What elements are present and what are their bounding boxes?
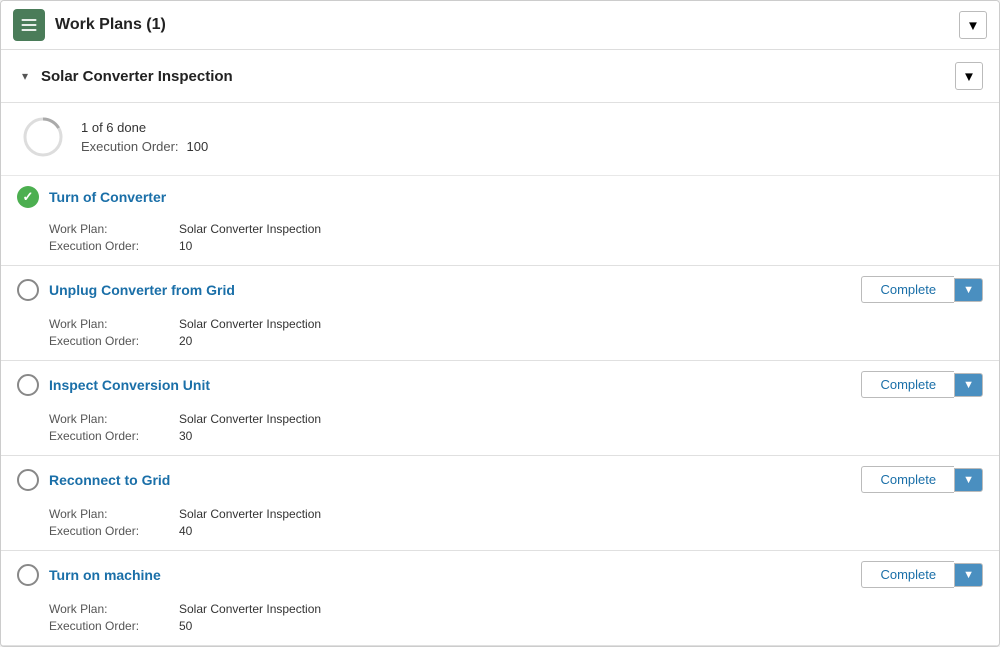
section-dropdown-button[interactable]: ▼ (955, 62, 983, 90)
task-section-inspect-conversion: Inspect Conversion Unit Complete▼ Work Pla… (1, 361, 999, 456)
execution-order-row-unplug-converter: Execution Order:20 (49, 334, 983, 348)
execution-order-row-turn-of-converter: Execution Order:10 (49, 239, 983, 253)
section-title-row: ▾ Solar Converter Inspection (17, 68, 233, 85)
task-section-unplug-converter: Unplug Converter from Grid Complete▼ Work … (1, 266, 999, 361)
execution-order-row-turn-on-machine: Execution Order:50 (49, 619, 983, 633)
task-left-turn-of-converter: ✓ Turn of Converter (17, 186, 166, 208)
execution-value: 100 (187, 139, 209, 154)
header-title: Work Plans (1) (55, 16, 166, 34)
section-title: Solar Converter Inspection (41, 68, 233, 85)
progress-text: 1 of 6 done (81, 120, 208, 135)
work-plan-row-inspect-conversion: Work Plan:Solar Converter Inspection (49, 412, 983, 426)
task-details-reconnect-to-grid: Work Plan:Solar Converter InspectionExec… (1, 503, 999, 550)
section-chevron-down-icon: ▼ (962, 69, 975, 84)
work-plan-value-turn-on-machine: Solar Converter Inspection (179, 602, 321, 616)
task-left-unplug-converter: Unplug Converter from Grid (17, 279, 235, 301)
work-plans-container: Work Plans (1) ▼ ▾ Solar Converter Inspe… (0, 0, 1000, 647)
task-status-circle-turn-on-machine (17, 564, 39, 586)
execution-order-row-inspect-conversion: Execution Order:30 (49, 429, 983, 443)
work-plan-value-turn-of-converter: Solar Converter Inspection (179, 222, 321, 236)
progress-info: 1 of 6 done Execution Order: 100 (81, 120, 208, 154)
complete-dropdown-button-inspect-conversion[interactable]: ▼ (954, 373, 983, 397)
complete-dropdown-button-reconnect-to-grid[interactable]: ▼ (954, 468, 983, 492)
task-title-unplug-converter[interactable]: Unplug Converter from Grid (49, 282, 235, 298)
complete-dropdown-button-turn-on-machine[interactable]: ▼ (954, 563, 983, 587)
exec-label-turn-on-machine: Execution Order: (49, 619, 179, 633)
execution-order-row-reconnect-to-grid: Execution Order:40 (49, 524, 983, 538)
header-chevron-icon: ▼ (966, 18, 979, 33)
header-dropdown-button[interactable]: ▼ (959, 11, 987, 39)
task-left-turn-on-machine: Turn on machine (17, 564, 161, 586)
exec-label-unplug-converter: Execution Order: (49, 334, 179, 348)
work-plan-row-turn-of-converter: Work Plan:Solar Converter Inspection (49, 222, 983, 236)
work-plans-icon (13, 9, 45, 41)
work-plan-row-unplug-converter: Work Plan:Solar Converter Inspection (49, 317, 983, 331)
task-header-unplug-converter: Unplug Converter from Grid Complete▼ (1, 266, 999, 313)
task-left-inspect-conversion: Inspect Conversion Unit (17, 374, 210, 396)
exec-label-inspect-conversion: Execution Order: (49, 429, 179, 443)
exec-value-reconnect-to-grid: 40 (179, 524, 192, 538)
exec-value-turn-of-converter: 10 (179, 239, 192, 253)
task-section-turn-on-machine: Turn on machine Complete▼ Work Plan:Solar … (1, 551, 999, 646)
tasks-list: ✓Turn of ConverterWork Plan:Solar Conver… (1, 176, 999, 646)
complete-button-unplug-converter[interactable]: Complete (861, 276, 954, 303)
execution-order-row: Execution Order: 100 (81, 139, 208, 154)
task-details-turn-of-converter: Work Plan:Solar Converter InspectionExec… (1, 218, 999, 265)
complete-dropdown-button-unplug-converter[interactable]: ▼ (954, 278, 983, 302)
task-details-inspect-conversion: Work Plan:Solar Converter InspectionExec… (1, 408, 999, 455)
exec-label-reconnect-to-grid: Execution Order: (49, 524, 179, 538)
task-actions-turn-on-machine: Complete▼ (861, 561, 983, 588)
work-plan-label-turn-of-converter: Work Plan: (49, 222, 179, 236)
header-left: Work Plans (1) (13, 9, 166, 41)
work-plan-label-unplug-converter: Work Plan: (49, 317, 179, 331)
complete-button-reconnect-to-grid[interactable]: Complete (861, 466, 954, 493)
work-plan-row-turn-on-machine: Work Plan:Solar Converter Inspection (49, 602, 983, 616)
task-status-circle-turn-of-converter: ✓ (17, 186, 39, 208)
task-title-inspect-conversion[interactable]: Inspect Conversion Unit (49, 377, 210, 393)
task-section-reconnect-to-grid: Reconnect to Grid Complete▼ Work Plan:Sola… (1, 456, 999, 551)
task-title-turn-on-machine[interactable]: Turn on machine (49, 567, 161, 583)
header: Work Plans (1) ▼ (1, 1, 999, 50)
task-title-turn-of-converter[interactable]: Turn of Converter (49, 189, 166, 205)
complete-button-inspect-conversion[interactable]: Complete (861, 371, 954, 398)
execution-label: Execution Order: (81, 139, 179, 154)
section-header: ▾ Solar Converter Inspection ▼ (1, 50, 999, 103)
exec-label-turn-of-converter: Execution Order: (49, 239, 179, 253)
task-section-turn-of-converter: ✓ Turn of Converter Work Plan:Solar Conver… (1, 176, 999, 266)
work-plan-label-turn-on-machine: Work Plan: (49, 602, 179, 616)
task-details-unplug-converter: Work Plan:Solar Converter InspectionExec… (1, 313, 999, 360)
task-details-turn-on-machine: Work Plan:Solar Converter InspectionExec… (1, 598, 999, 645)
exec-value-inspect-conversion: 30 (179, 429, 192, 443)
task-status-circle-reconnect-to-grid (17, 469, 39, 491)
task-actions-inspect-conversion: Complete▼ (861, 371, 983, 398)
task-actions-reconnect-to-grid: Complete▼ (861, 466, 983, 493)
work-plan-row-reconnect-to-grid: Work Plan:Solar Converter Inspection (49, 507, 983, 521)
task-header-inspect-conversion: Inspect Conversion Unit Complete▼ (1, 361, 999, 408)
task-status-circle-inspect-conversion (17, 374, 39, 396)
progress-area: 1 of 6 done Execution Order: 100 (1, 103, 999, 176)
complete-button-turn-on-machine[interactable]: Complete (861, 561, 954, 588)
work-plan-value-inspect-conversion: Solar Converter Inspection (179, 412, 321, 426)
task-left-reconnect-to-grid: Reconnect to Grid (17, 469, 170, 491)
task-header-turn-of-converter: ✓ Turn of Converter (1, 176, 999, 218)
work-plan-label-inspect-conversion: Work Plan: (49, 412, 179, 426)
task-header-reconnect-to-grid: Reconnect to Grid Complete▼ (1, 456, 999, 503)
progress-circle (21, 115, 65, 159)
section-chevron-icon[interactable]: ▾ (17, 68, 33, 84)
task-actions-unplug-converter: Complete▼ (861, 276, 983, 303)
work-plan-value-unplug-converter: Solar Converter Inspection (179, 317, 321, 331)
list-icon (19, 15, 39, 35)
exec-value-unplug-converter: 20 (179, 334, 192, 348)
task-status-circle-unplug-converter (17, 279, 39, 301)
task-title-reconnect-to-grid[interactable]: Reconnect to Grid (49, 472, 170, 488)
exec-value-turn-on-machine: 50 (179, 619, 192, 633)
work-plan-value-reconnect-to-grid: Solar Converter Inspection (179, 507, 321, 521)
task-header-turn-on-machine: Turn on machine Complete▼ (1, 551, 999, 598)
work-plan-label-reconnect-to-grid: Work Plan: (49, 507, 179, 521)
